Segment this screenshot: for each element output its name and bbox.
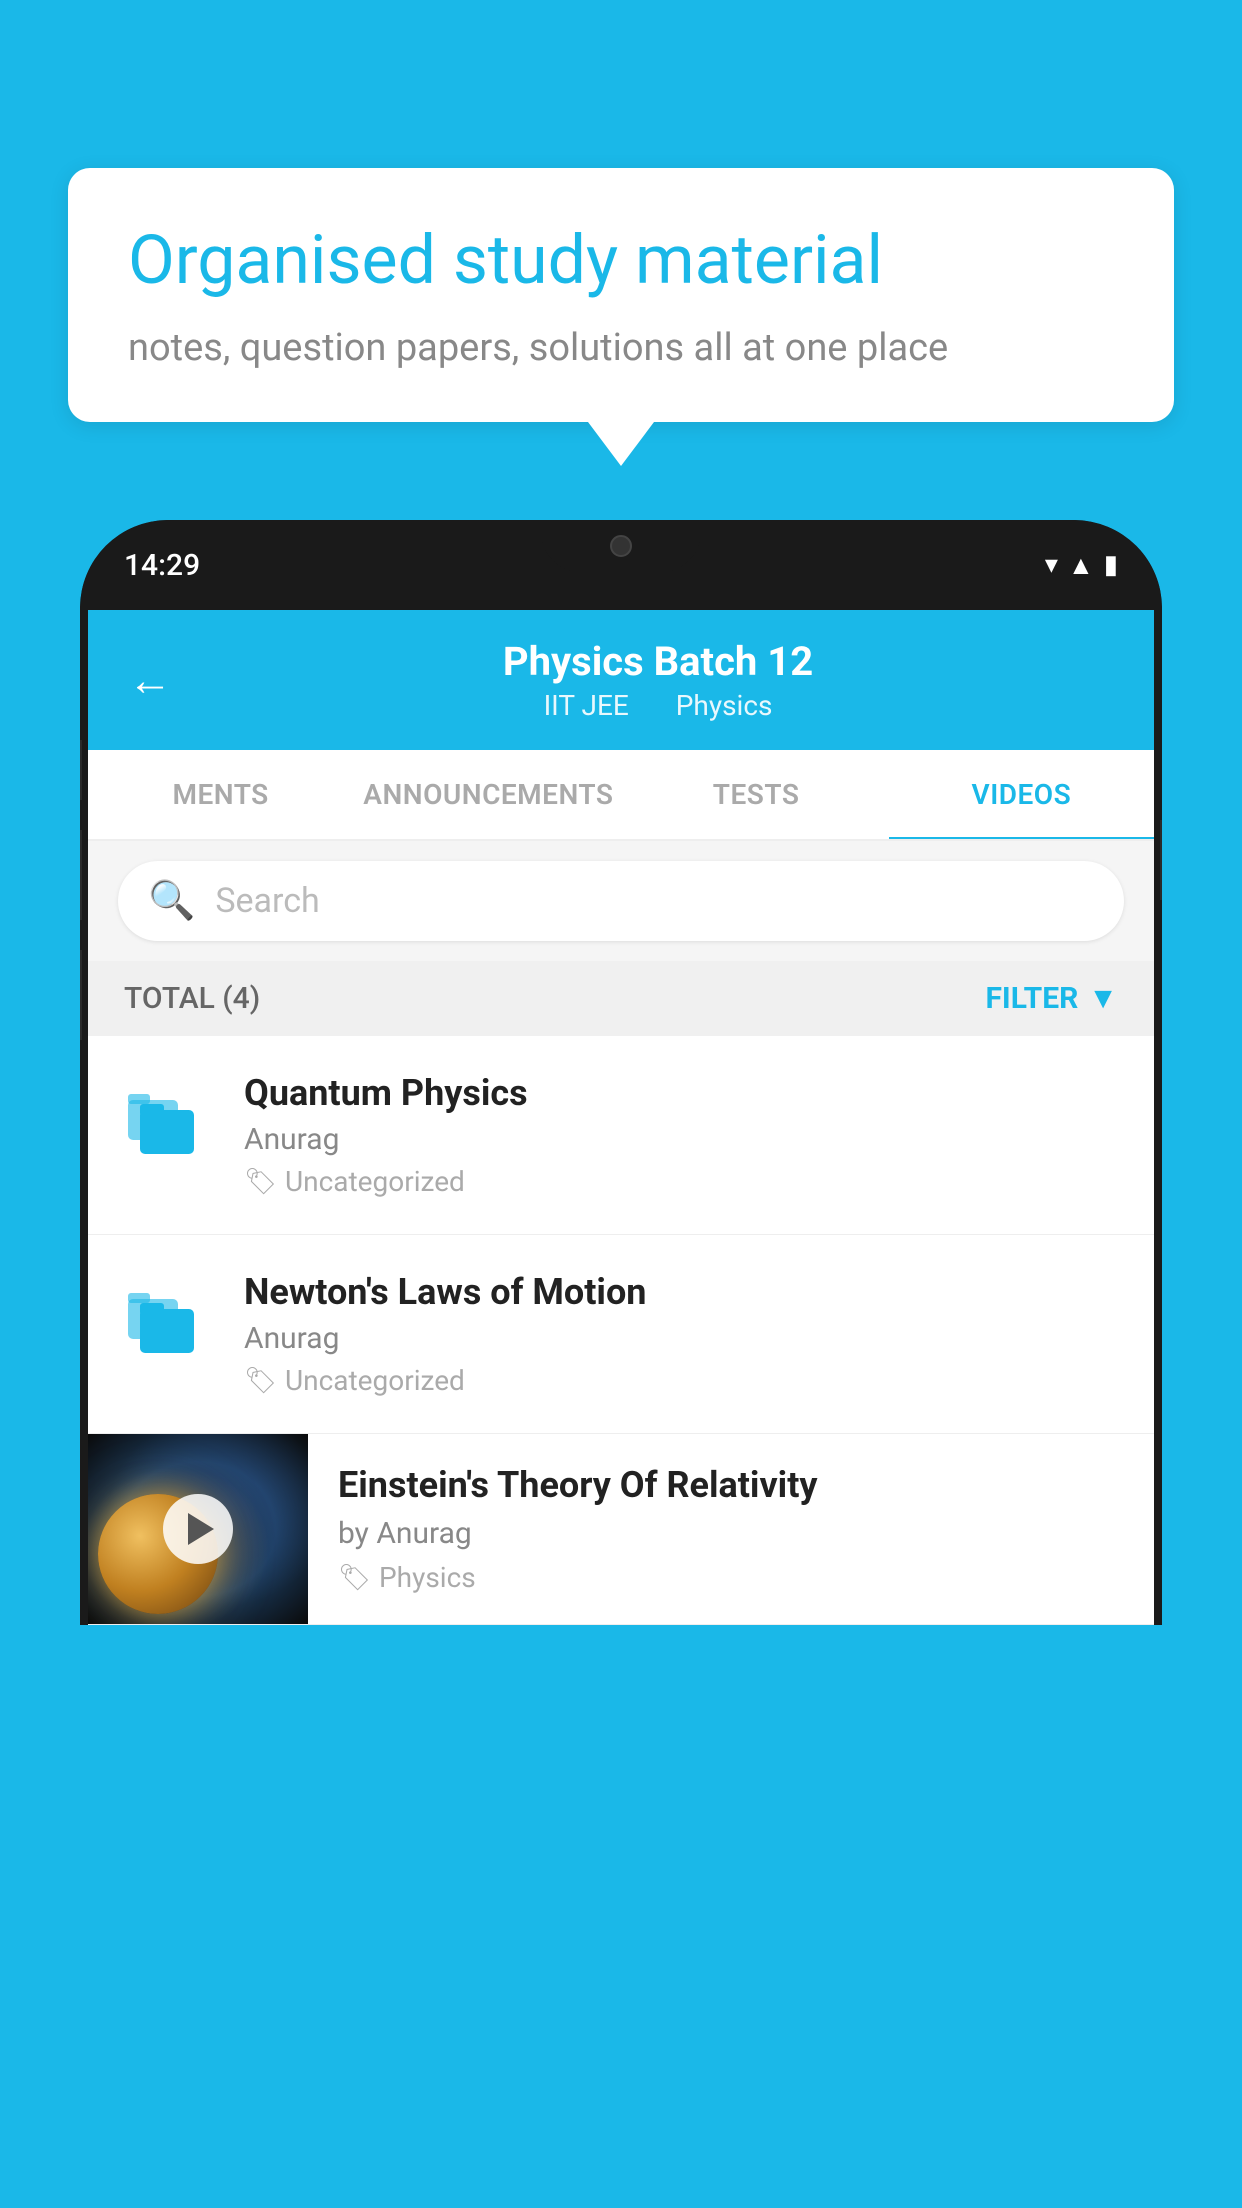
video-tag: 🏷 Uncategorized [244,1165,1118,1198]
list-item[interactable]: Quantum Physics Anurag 🏷 Uncategorized [88,1036,1154,1235]
search-bar-container: 🔍 Search [88,841,1154,961]
tab-announcements[interactable]: ANNOUNCEMENTS [353,750,623,839]
back-button[interactable]: ← [128,654,172,706]
battery-icon: ▮ [1104,550,1118,580]
video-title: Newton's Laws of Motion [244,1271,1118,1313]
video-author: Anurag [244,1321,1118,1356]
tag-icon: 🏷 [244,1366,277,1396]
tag-text: Uncategorized [285,1165,465,1198]
tab-tests[interactable]: TESTS [623,750,888,839]
video-thumbnail [88,1434,308,1624]
header-title: Physics Batch 12 [202,638,1114,685]
video-item-info: Quantum Physics Anurag 🏷 Uncategorized [244,1072,1118,1198]
search-bar[interactable]: 🔍 Search [118,861,1124,941]
camera-dot [610,535,632,557]
video-item-info: Newton's Laws of Motion Anurag 🏷 Uncateg… [244,1271,1118,1397]
tag-icon: 🏷 [244,1167,277,1197]
status-time: 14:29 [124,548,200,583]
tabs-bar: MENTS ANNOUNCEMENTS TESTS VIDEOS [88,750,1154,841]
filter-icon: ▼ [1088,981,1118,1016]
video-tag: 🏷 Uncategorized [244,1364,1118,1397]
list-item[interactable]: Newton's Laws of Motion Anurag 🏷 Uncateg… [88,1235,1154,1434]
tag-icon: 🏷 [338,1563,371,1593]
volume-up-button [80,740,82,800]
filter-button[interactable]: FILTER ▼ [985,981,1118,1016]
play-button-overlay[interactable] [163,1494,233,1564]
folder-icon [124,1078,214,1168]
power-button [1160,820,1162,900]
video-title: Quantum Physics [244,1072,1118,1114]
video-author: by Anurag [338,1516,1124,1551]
tag-text: Uncategorized [285,1364,465,1397]
video-tag: 🏷 Physics [338,1561,1124,1594]
bubble-subtitle: notes, question papers, solutions all at… [128,326,1114,370]
header-subtitle: IIT JEE Physics [202,689,1114,722]
phone-outer: 14:29 ▾ ▲ ▮ ← Physics Batch 12 IIT JEE [80,520,1162,1625]
wifi-icon: ▾ [1045,550,1058,580]
header-title-group: Physics Batch 12 IIT JEE Physics [202,638,1114,722]
video-item-info: Einstein's Theory Of Relativity by Anura… [308,1434,1154,1624]
signal-icon: ▲ [1068,550,1094,581]
tab-ments[interactable]: MENTS [88,750,353,839]
filter-bar: TOTAL (4) FILTER ▼ [88,961,1154,1036]
speech-bubble: Organised study material notes, question… [68,168,1174,422]
search-icon: 🔍 [148,879,195,923]
phone-notch [541,520,701,572]
status-bar: 14:29 ▾ ▲ ▮ [80,520,1162,610]
phone-container: 14:29 ▾ ▲ ▮ ← Physics Batch 12 IIT JEE [80,520,1162,2208]
tab-videos[interactable]: VIDEOS [889,750,1154,839]
video-author: Anurag [244,1122,1118,1157]
status-icons: ▾ ▲ ▮ [1045,550,1118,581]
silent-button [80,950,82,1040]
search-input-placeholder[interactable]: Search [215,881,319,921]
tag-text: Physics [379,1561,476,1594]
app-header: ← Physics Batch 12 IIT JEE Physics [88,610,1154,750]
phone-screen: ← Physics Batch 12 IIT JEE Physics MENTS… [88,610,1154,1625]
list-item[interactable]: Einstein's Theory Of Relativity by Anura… [88,1434,1154,1625]
folder-icon [124,1277,214,1367]
video-title: Einstein's Theory Of Relativity [338,1464,1124,1506]
subtitle-iit: IIT JEE [544,689,629,722]
volume-down-button [80,830,82,920]
bubble-title: Organised study material [128,220,1114,302]
play-icon [188,1513,214,1545]
subtitle-physics: Physics [676,689,773,722]
video-list: Quantum Physics Anurag 🏷 Uncategorized [88,1036,1154,1625]
total-label: TOTAL (4) [124,981,260,1016]
